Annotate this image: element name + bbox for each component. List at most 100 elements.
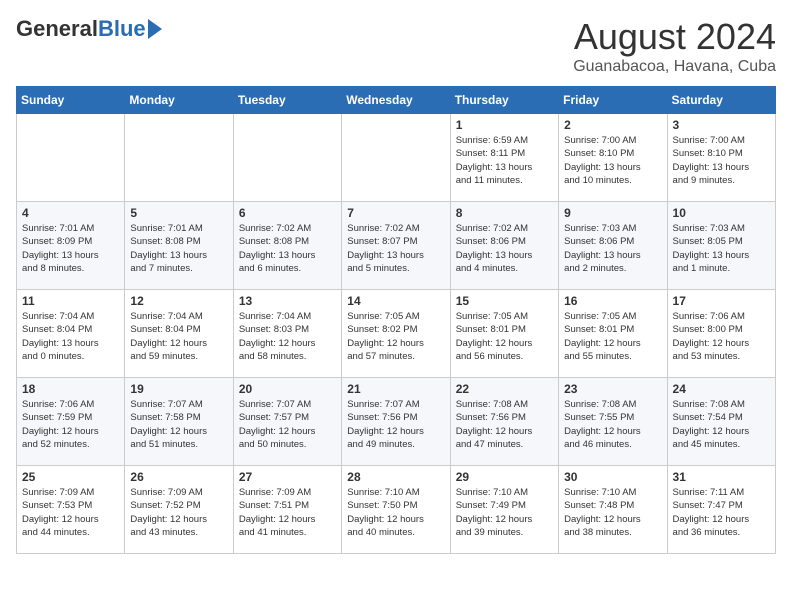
day-number: 6 [239,206,336,220]
title-block: August 2024 Guanabacoa, Havana, Cuba [573,16,776,76]
day-number: 13 [239,294,336,308]
calendar-cell: 18Sunrise: 7:06 AMSunset: 7:59 PMDayligh… [17,378,125,466]
calendar-table: SundayMondayTuesdayWednesdayThursdayFrid… [16,86,776,554]
day-number: 20 [239,382,336,396]
day-info: Sunrise: 7:08 AMSunset: 7:56 PMDaylight:… [456,398,553,451]
day-number: 4 [22,206,119,220]
calendar-week-row: 18Sunrise: 7:06 AMSunset: 7:59 PMDayligh… [17,378,776,466]
day-number: 7 [347,206,444,220]
day-info: Sunrise: 7:04 AMSunset: 8:04 PMDaylight:… [22,310,119,363]
day-number: 14 [347,294,444,308]
day-info: Sunrise: 7:03 AMSunset: 8:06 PMDaylight:… [564,222,661,275]
calendar-cell [17,114,125,202]
logo-arrow-icon [148,19,162,39]
weekday-header-saturday: Saturday [667,87,775,114]
weekday-header-friday: Friday [559,87,667,114]
day-number: 19 [130,382,227,396]
calendar-cell: 1 Sunrise: 6:59 AMSunset: 8:11 PMDaylight… [450,114,558,202]
day-info: Sunrise: 7:04 AMSunset: 8:04 PMDaylight:… [130,310,227,363]
day-info: Sunrise: 7:07 AMSunset: 7:58 PMDaylight:… [130,398,227,451]
day-number: 16 [564,294,661,308]
logo-blue-text: Blue [98,16,146,42]
day-number: 22 [456,382,553,396]
day-number: 29 [456,470,553,484]
day-info: Sunrise: 6:59 AMSunset: 8:11 PMDaylight:… [456,134,553,187]
day-info: Sunrise: 7:10 AMSunset: 7:50 PMDaylight:… [347,486,444,539]
calendar-cell: 3 Sunrise: 7:00 AMSunset: 8:10 PMDaylight… [667,114,775,202]
page-header: General Blue August 2024 Guanabacoa, Hav… [16,16,776,76]
day-number: 27 [239,470,336,484]
calendar-cell: 31 Sunrise: 7:11 AMSunset: 7:47 PMDayligh… [667,466,775,554]
day-number: 3 [673,118,770,132]
calendar-cell: 11 Sunrise: 7:04 AMSunset: 8:04 PMDayligh… [17,290,125,378]
day-number: 23 [564,382,661,396]
calendar-cell: 16Sunrise: 7:05 AMSunset: 8:01 PMDayligh… [559,290,667,378]
day-info: Sunrise: 7:08 AMSunset: 7:55 PMDaylight:… [564,398,661,451]
weekday-header-thursday: Thursday [450,87,558,114]
calendar-cell: 12 Sunrise: 7:04 AMSunset: 8:04 PMDayligh… [125,290,233,378]
day-info: Sunrise: 7:02 AMSunset: 8:06 PMDaylight:… [456,222,553,275]
calendar-cell: 13 Sunrise: 7:04 AMSunset: 8:03 PMDayligh… [233,290,341,378]
day-info: Sunrise: 7:07 AMSunset: 7:57 PMDaylight:… [239,398,336,451]
calendar-cell: 7Sunrise: 7:02 AMSunset: 8:07 PMDaylight… [342,202,450,290]
calendar-cell: 29 Sunrise: 7:10 AMSunset: 7:49 PMDayligh… [450,466,558,554]
day-info: Sunrise: 7:09 AMSunset: 7:53 PMDaylight:… [22,486,119,539]
day-info: Sunrise: 7:02 AMSunset: 8:08 PMDaylight:… [239,222,336,275]
calendar-week-row: 4 Sunrise: 7:01 AMSunset: 8:09 PMDaylight… [17,202,776,290]
day-number: 8 [456,206,553,220]
day-info: Sunrise: 7:11 AMSunset: 7:47 PMDaylight:… [673,486,770,539]
calendar-cell: 14 Sunrise: 7:05 AMSunset: 8:02 PMDayligh… [342,290,450,378]
day-info: Sunrise: 7:05 AMSunset: 8:01 PMDaylight:… [456,310,553,363]
calendar-cell: 30 Sunrise: 7:10 AMSunset: 7:48 PMDayligh… [559,466,667,554]
calendar-cell: 19 Sunrise: 7:07 AMSunset: 7:58 PMDayligh… [125,378,233,466]
weekday-header-sunday: Sunday [17,87,125,114]
calendar-cell: 24 Sunrise: 7:08 AMSunset: 7:54 PMDayligh… [667,378,775,466]
calendar-cell: 15 Sunrise: 7:05 AMSunset: 8:01 PMDayligh… [450,290,558,378]
day-info: Sunrise: 7:00 AMSunset: 8:10 PMDaylight:… [564,134,661,187]
day-info: Sunrise: 7:10 AMSunset: 7:48 PMDaylight:… [564,486,661,539]
calendar-cell: 4 Sunrise: 7:01 AMSunset: 8:09 PMDaylight… [17,202,125,290]
calendar-cell: 5Sunrise: 7:01 AMSunset: 8:08 PMDaylight… [125,202,233,290]
day-number: 5 [130,206,227,220]
day-info: Sunrise: 7:05 AMSunset: 8:02 PMDaylight:… [347,310,444,363]
day-info: Sunrise: 7:01 AMSunset: 8:09 PMDaylight:… [22,222,119,275]
calendar-cell: 27 Sunrise: 7:09 AMSunset: 7:51 PMDayligh… [233,466,341,554]
day-number: 1 [456,118,553,132]
day-info: Sunrise: 7:06 AMSunset: 8:00 PMDaylight:… [673,310,770,363]
day-info: Sunrise: 7:10 AMSunset: 7:49 PMDaylight:… [456,486,553,539]
calendar-cell: 6 Sunrise: 7:02 AMSunset: 8:08 PMDaylight… [233,202,341,290]
day-number: 11 [22,294,119,308]
day-number: 24 [673,382,770,396]
day-info: Sunrise: 7:09 AMSunset: 7:52 PMDaylight:… [130,486,227,539]
day-number: 21 [347,382,444,396]
calendar-week-row: 1 Sunrise: 6:59 AMSunset: 8:11 PMDaylight… [17,114,776,202]
day-info: Sunrise: 7:07 AMSunset: 7:56 PMDaylight:… [347,398,444,451]
day-number: 10 [673,206,770,220]
day-info: Sunrise: 7:08 AMSunset: 7:54 PMDaylight:… [673,398,770,451]
calendar-cell: 20 Sunrise: 7:07 AMSunset: 7:57 PMDayligh… [233,378,341,466]
calendar-cell: 23 Sunrise: 7:08 AMSunset: 7:55 PMDayligh… [559,378,667,466]
calendar-cell: 17Sunrise: 7:06 AMSunset: 8:00 PMDayligh… [667,290,775,378]
calendar-week-row: 11 Sunrise: 7:04 AMSunset: 8:04 PMDayligh… [17,290,776,378]
day-info: Sunrise: 7:00 AMSunset: 8:10 PMDaylight:… [673,134,770,187]
day-info: Sunrise: 7:09 AMSunset: 7:51 PMDaylight:… [239,486,336,539]
calendar-cell: 22 Sunrise: 7:08 AMSunset: 7:56 PMDayligh… [450,378,558,466]
day-number: 30 [564,470,661,484]
day-info: Sunrise: 7:04 AMSunset: 8:03 PMDaylight:… [239,310,336,363]
calendar-cell: 10Sunrise: 7:03 AMSunset: 8:05 PMDayligh… [667,202,775,290]
logo-general-text: General [16,16,98,42]
day-number: 31 [673,470,770,484]
calendar-cell: 9Sunrise: 7:03 AMSunset: 8:06 PMDaylight… [559,202,667,290]
day-info: Sunrise: 7:06 AMSunset: 7:59 PMDaylight:… [22,398,119,451]
calendar-cell [233,114,341,202]
day-number: 15 [456,294,553,308]
calendar-cell: 26Sunrise: 7:09 AMSunset: 7:52 PMDayligh… [125,466,233,554]
calendar-cell: 2Sunrise: 7:00 AMSunset: 8:10 PMDaylight… [559,114,667,202]
calendar-cell: 21 Sunrise: 7:07 AMSunset: 7:56 PMDayligh… [342,378,450,466]
day-number: 12 [130,294,227,308]
calendar-cell [125,114,233,202]
calendar-week-row: 25 Sunrise: 7:09 AMSunset: 7:53 PMDayligh… [17,466,776,554]
day-number: 25 [22,470,119,484]
calendar-cell: 25 Sunrise: 7:09 AMSunset: 7:53 PMDayligh… [17,466,125,554]
calendar-cell: 28Sunrise: 7:10 AMSunset: 7:50 PMDayligh… [342,466,450,554]
